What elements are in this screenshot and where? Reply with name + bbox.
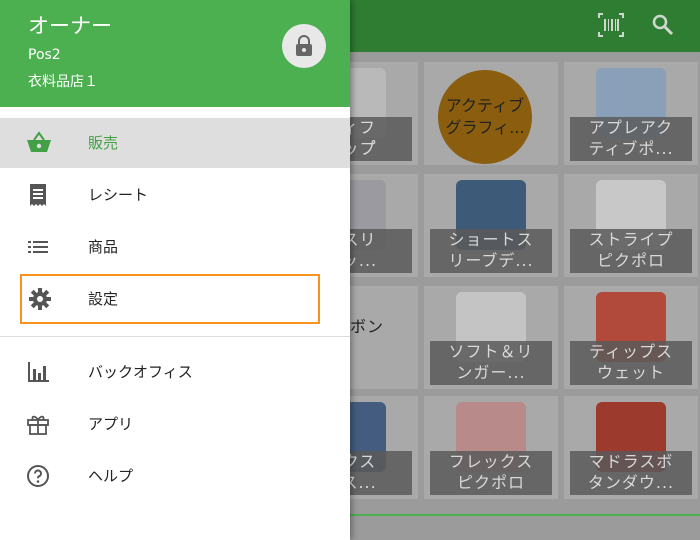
navigation-drawer: オーナー Pos2 衣料品店１ 販売 レシート 商品 設定 バックオフィス アプ… [0,0,350,540]
nav-item-back-office[interactable]: バックオフィス [0,347,350,397]
product-label: ショートス リーブデ... [430,229,552,273]
bar-chart-icon [26,360,50,384]
search-icon[interactable] [648,10,678,40]
nav-label: ヘルプ [88,467,134,485]
product-tile[interactable]: ソフト＆リ ンガー... [424,286,558,389]
gear-icon [28,287,52,311]
product-label: ティップス ウェット [570,341,692,385]
lock-icon [296,35,312,56]
product-label: フレックス ピクポロ [430,451,552,495]
pos-name: Pos2 [28,47,61,63]
product-tile[interactable]: アクティブ グラフィ... [424,62,558,165]
lock-button[interactable] [282,24,326,68]
help-icon [26,464,50,488]
nav-item-sales[interactable]: 販売 [0,118,350,168]
product-label: マドラスボ タンダウ... [570,451,692,495]
basket-icon [26,131,51,155]
product-tile[interactable]: アプレアク ティブポ... [564,62,698,165]
product-label: ストライプ ピクポロ [570,229,692,273]
nav-label: アプリ [88,415,134,433]
nav-label: バックオフィス [88,363,193,381]
nav-label: 設定 [88,290,119,308]
drawer-header: オーナー Pos2 衣料品店１ [0,0,350,107]
receipt-icon [26,183,50,207]
product-label: ソフト＆リ ンガー... [430,341,552,385]
product-tile[interactable]: ティップス ウェット [564,286,698,389]
store-name: 衣料品店１ [28,74,98,90]
nav-label: レシート [88,186,149,204]
nav-item-receipts[interactable]: レシート [0,170,350,220]
list-icon [26,235,50,259]
nav-label: 商品 [88,238,119,256]
product-tile[interactable]: ショートス リーブデ... [424,174,558,277]
nav-item-products[interactable]: 商品 [0,222,350,272]
user-name: オーナー [28,14,112,38]
product-tile[interactable]: マドラスボ タンダウ... [564,396,698,499]
product-label: アプレアク ティブポ... [570,117,692,161]
nav-item-apps[interactable]: アプリ [0,399,350,449]
product-tile[interactable]: フレックス ピクポロ [424,396,558,499]
barcode-scanner-icon[interactable] [596,10,626,40]
gift-icon [26,412,50,436]
bottom-indicator [350,514,700,516]
nav-item-settings[interactable]: 設定 [20,274,320,324]
nav-label: 販売 [88,134,119,152]
product-label: ボン [350,317,385,336]
nav-item-help[interactable]: ヘルプ [0,451,350,501]
drawer-divider [0,336,350,337]
product-badge: アクティブ グラフィ... [438,70,532,164]
product-tile[interactable]: ストライプ ピクポロ [564,174,698,277]
